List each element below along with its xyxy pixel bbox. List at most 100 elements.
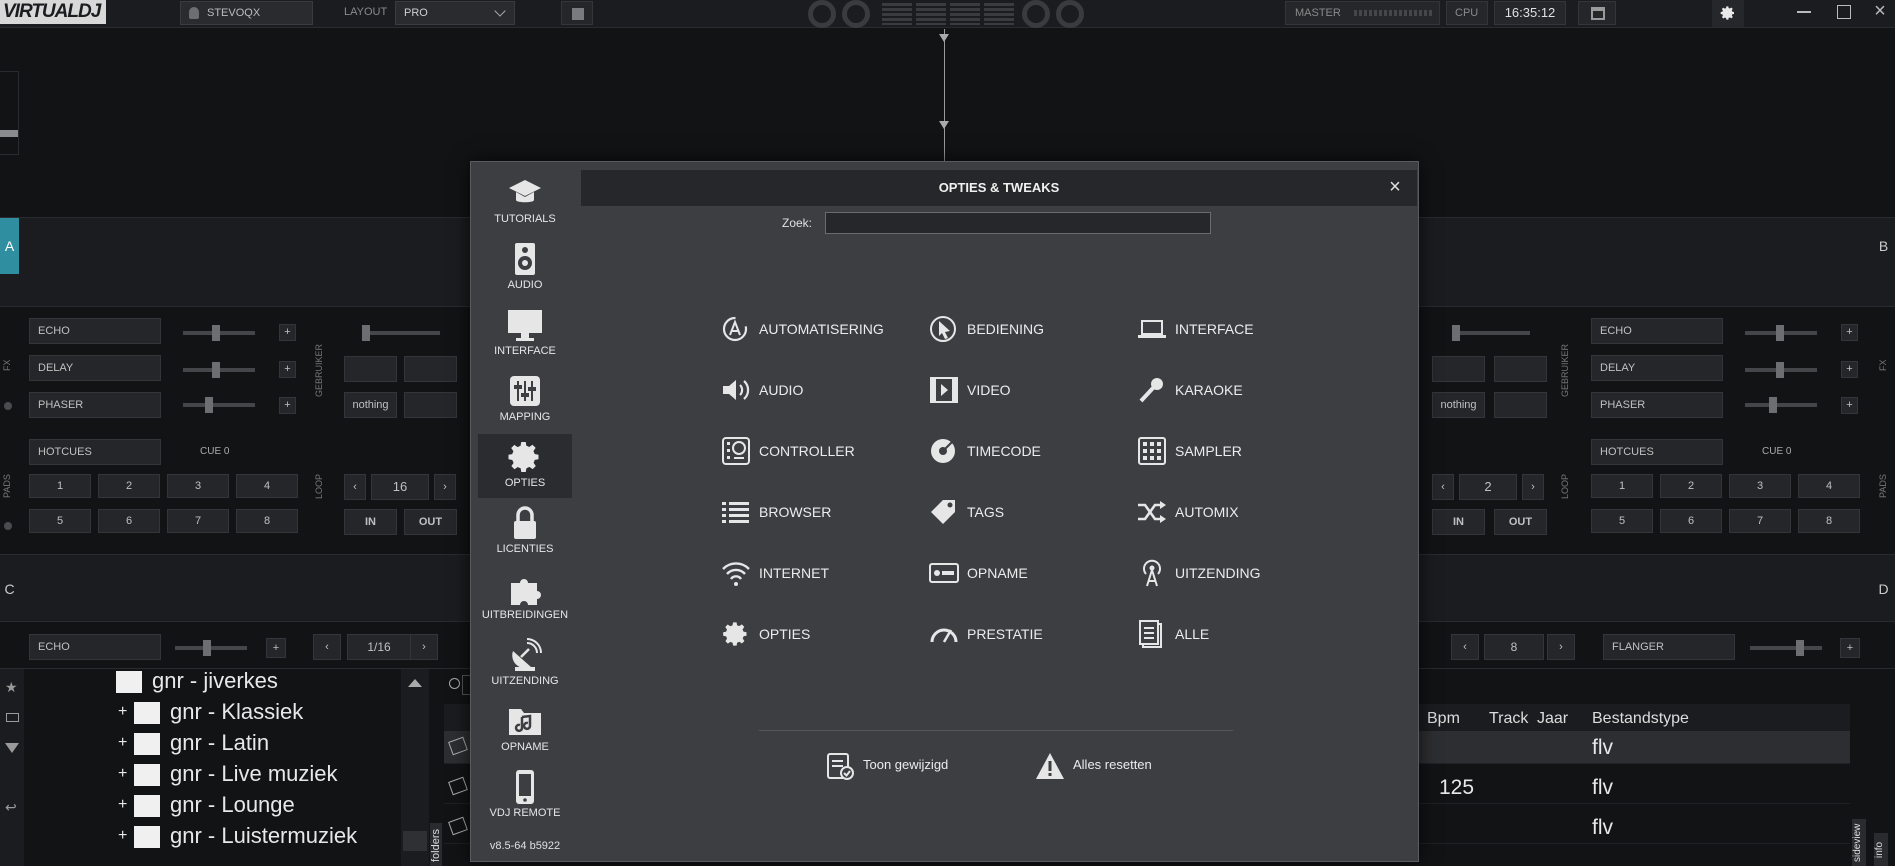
loop-prev-button[interactable]: ‹ [1451, 634, 1479, 660]
deck-a-label[interactable]: A [0, 218, 19, 274]
drive-icon[interactable] [6, 713, 19, 722]
nav-audio[interactable]: AUDIO [478, 236, 572, 300]
loop-next-button[interactable]: › [1547, 634, 1575, 660]
fx-add-button[interactable]: + [279, 324, 296, 341]
info-tab[interactable]: info [1874, 833, 1888, 866]
expand-icon[interactable]: + [118, 696, 127, 727]
option-audio[interactable]: AUDIO [721, 375, 911, 405]
nav-uitzending[interactable]: UITZENDING [478, 632, 572, 696]
nav-tutorials[interactable]: TUTORIALS [478, 170, 572, 234]
deck-c-fx-slider[interactable] [175, 640, 247, 656]
sideview-tab[interactable]: sideview [1852, 819, 1866, 866]
pad-4[interactable]: 4 [1798, 474, 1860, 498]
fx-select-1[interactable]: ECHO [29, 318, 161, 344]
hotcues-select[interactable]: HOTCUES [29, 439, 161, 465]
user-slot-1[interactable] [344, 356, 397, 382]
pad-7[interactable]: 7 [1729, 509, 1791, 533]
option-prestatie[interactable]: PRESTATIE [929, 619, 1119, 649]
loop-next-button[interactable]: › [1522, 474, 1544, 500]
user-slot-4[interactable] [1494, 392, 1547, 418]
fx-select-3[interactable]: PHASER [1591, 392, 1723, 418]
column-year[interactable]: Jaar [1537, 704, 1568, 734]
expand-icon[interactable]: + [118, 727, 127, 758]
nav-opties[interactable]: OPTIES [478, 434, 572, 498]
pad-3[interactable]: 3 [167, 474, 229, 498]
pad-3[interactable]: 3 [1729, 474, 1791, 498]
side-scroll[interactable] [0, 71, 19, 155]
deck-d-label[interactable]: D [1872, 555, 1895, 623]
fx-add-button[interactable]: + [266, 638, 286, 658]
fx-add-button[interactable]: + [279, 361, 296, 378]
option-internet[interactable]: INTERNET [721, 558, 911, 588]
pad-5[interactable]: 5 [1591, 509, 1653, 533]
loop-size[interactable]: 1/16 [347, 634, 411, 660]
tree-item[interactable]: + gnr - Live muziek [28, 758, 428, 789]
fx-slider-1[interactable] [183, 325, 255, 341]
option-sampler[interactable]: SAMPLER [1137, 436, 1327, 466]
pad-1[interactable]: 1 [1591, 474, 1653, 498]
pad-2[interactable]: 2 [98, 474, 160, 498]
option-opname[interactable]: OPNAME [929, 558, 1119, 588]
search-input[interactable] [825, 212, 1211, 234]
loop-next-button[interactable]: › [410, 634, 438, 660]
loop-in-button[interactable]: IN [1432, 509, 1485, 535]
layout-select[interactable]: PRO [395, 1, 515, 25]
close-window-button[interactable]: × [1868, 0, 1892, 24]
fx-slider-1[interactable] [1745, 325, 1817, 341]
column-track[interactable]: Track [1489, 704, 1528, 734]
fx-add-button[interactable]: + [1841, 397, 1858, 414]
pad-7[interactable]: 7 [167, 509, 229, 533]
user-slot-2[interactable] [404, 356, 457, 382]
fx-slider-3[interactable] [1745, 397, 1817, 413]
user-account-button[interactable]: STEVOQX [180, 1, 313, 25]
loop-in-button[interactable]: IN [344, 509, 397, 535]
user-slider[interactable] [362, 325, 440, 341]
nav-uitbreidingen[interactable]: UITBREIDINGEN [478, 566, 572, 630]
option-bediening[interactable]: BEDIENING [929, 314, 1119, 344]
option-uitzending[interactable]: UITZENDING [1137, 558, 1327, 588]
nav-vdj-remote[interactable]: VDJ REMOTE [478, 764, 572, 828]
option-video[interactable]: VIDEO [929, 375, 1119, 405]
option-alle[interactable]: ALLE [1137, 619, 1327, 649]
fx-select-1[interactable]: ECHO [1591, 318, 1723, 344]
tree-item[interactable]: + gnr - Luistermuziek [28, 820, 428, 851]
settings-button[interactable] [1712, 0, 1744, 27]
user-slot-3[interactable]: nothing [344, 392, 397, 418]
pad-1[interactable]: 1 [29, 474, 91, 498]
nav-licenties[interactable]: LICENTIES [478, 500, 572, 564]
loop-out-button[interactable]: OUT [404, 509, 457, 535]
loop-size[interactable]: 2 [1459, 474, 1517, 500]
nav-opname[interactable]: OPNAME [478, 698, 572, 762]
pad-6[interactable]: 6 [98, 509, 160, 533]
option-automatisering[interactable]: AUTOMATISERING [721, 314, 911, 344]
option-controller[interactable]: CONTROLLER [721, 436, 911, 466]
loop-prev-button[interactable]: ‹ [1432, 474, 1454, 500]
pad-5[interactable]: 5 [29, 509, 91, 533]
pad-2[interactable]: 2 [1660, 474, 1722, 498]
column-filetype[interactable]: Bestandstype [1592, 704, 1689, 734]
fx-select-2[interactable]: DELAY [29, 355, 161, 381]
fx-add-button[interactable]: + [1841, 324, 1858, 341]
user-slot-1[interactable] [1432, 356, 1485, 382]
search-icon[interactable] [449, 678, 460, 689]
option-timecode[interactable]: TIMECODE [929, 436, 1119, 466]
loop-next-button[interactable]: › [434, 474, 456, 500]
option-automix[interactable]: AUTOMIX [1137, 497, 1327, 527]
calendar-button[interactable] [1578, 1, 1616, 25]
nav-mapping[interactable]: MAPPING [478, 368, 572, 432]
pad-4[interactable]: 4 [236, 474, 298, 498]
user-slot-2[interactable] [1494, 356, 1547, 382]
maximize-button[interactable] [1832, 0, 1856, 24]
deck-b-label[interactable]: B [1872, 218, 1895, 274]
option-browser[interactable]: BROWSER [721, 497, 911, 527]
hotcues-select[interactable]: HOTCUES [1591, 439, 1723, 465]
folders-tab[interactable]: folders [430, 823, 442, 866]
fx-slider-2[interactable] [183, 362, 255, 378]
tree-item[interactable]: + gnr - Lounge [28, 789, 428, 820]
expand-icon[interactable]: + [118, 820, 127, 851]
deck-d-fx-slider[interactable] [1750, 640, 1822, 656]
nav-interface[interactable]: INTERFACE [478, 302, 572, 366]
filter-icon[interactable] [5, 743, 19, 753]
user-slot-3[interactable]: nothing [1432, 392, 1485, 418]
expand-icon[interactable]: + [118, 789, 127, 820]
